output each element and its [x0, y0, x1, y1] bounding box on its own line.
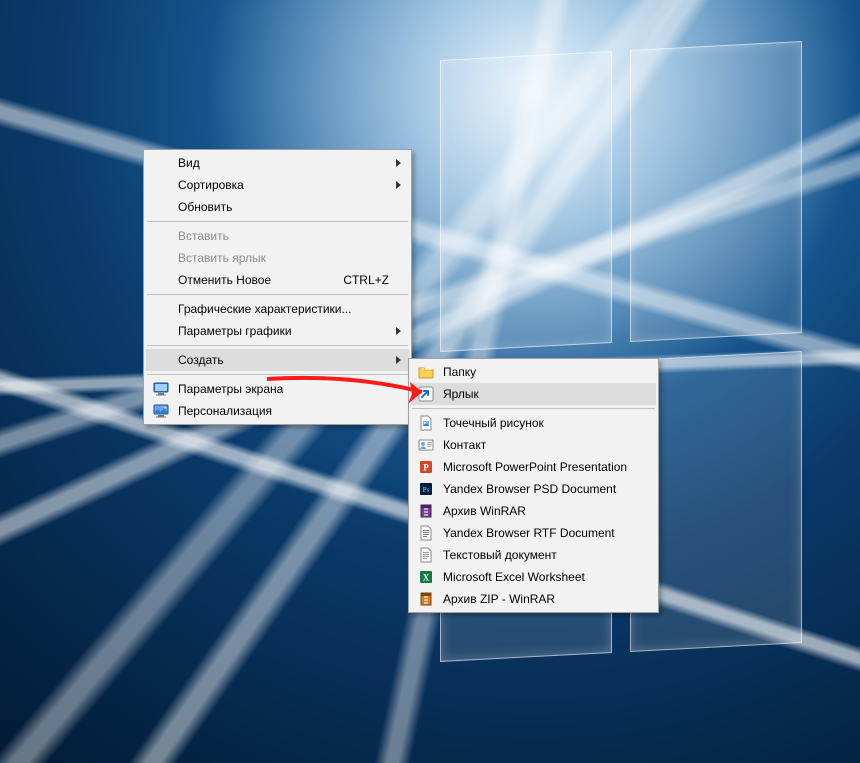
menu-separator [147, 294, 408, 295]
submenu-item-label: Текстовый документ [443, 548, 557, 562]
menu-separator [147, 374, 408, 375]
menu-item-label: Отменить Новое [178, 273, 271, 287]
submenu-item-label: Microsoft PowerPoint Presentation [443, 460, 627, 474]
submenu-item-label: Ярлык [443, 387, 479, 401]
submenu-item-zip[interactable]: Архив ZIP - WinRAR [411, 588, 656, 610]
menu-item-view[interactable]: Вид [146, 152, 409, 174]
psd-icon: Ps [418, 481, 434, 497]
submenu-item-excel[interactable]: X Microsoft Excel Worksheet [411, 566, 656, 588]
rtf-icon [418, 525, 434, 541]
text-file-icon [418, 547, 434, 563]
excel-icon: X [418, 569, 434, 585]
chevron-right-icon [396, 356, 401, 364]
submenu-item-label: Контакт [443, 438, 486, 452]
menu-item-label: Параметры графики [178, 324, 292, 338]
menu-item-display-settings[interactable]: Параметры экрана [146, 378, 409, 400]
menu-item-personalize[interactable]: Персонализация [146, 400, 409, 422]
menu-item-graphics-params[interactable]: Параметры графики [146, 320, 409, 342]
svg-text:X: X [423, 573, 430, 583]
submenu-item-rar[interactable]: Архив WinRAR [411, 500, 656, 522]
bitmap-icon [418, 415, 434, 431]
menu-item-sort[interactable]: Сортировка [146, 174, 409, 196]
menu-item-accelerator: CTRL+Z [313, 273, 389, 287]
chevron-right-icon [396, 327, 401, 335]
menu-separator [412, 408, 655, 409]
submenu-item-folder[interactable]: Папку [411, 361, 656, 383]
menu-item-graphics-properties[interactable]: Графические характеристики... [146, 298, 409, 320]
desktop-context-menu: Вид Сортировка Обновить Вставить Вставит… [143, 149, 412, 425]
submenu-item-label: Папку [443, 365, 476, 379]
submenu-item-powerpoint[interactable]: P Microsoft PowerPoint Presentation [411, 456, 656, 478]
menu-item-label: Вставить ярлык [178, 251, 266, 265]
menu-item-label: Вид [178, 156, 200, 170]
powerpoint-icon: P [418, 459, 434, 475]
chevron-right-icon [396, 181, 401, 189]
submenu-item-text[interactable]: Текстовый документ [411, 544, 656, 566]
zip-icon [418, 591, 434, 607]
submenu-item-rtf[interactable]: Yandex Browser RTF Document [411, 522, 656, 544]
menu-item-refresh[interactable]: Обновить [146, 196, 409, 218]
shortcut-icon [418, 386, 434, 402]
personalize-icon [153, 403, 169, 419]
submenu-item-bitmap[interactable]: Точечный рисунок [411, 412, 656, 434]
submenu-item-label: Yandex Browser PSD Document [443, 482, 616, 496]
submenu-item-label: Архив WinRAR [443, 504, 526, 518]
submenu-item-contact[interactable]: Контакт [411, 434, 656, 456]
rar-icon [418, 503, 434, 519]
menu-item-label: Графические характеристики... [178, 302, 351, 316]
display-icon [153, 381, 169, 397]
chevron-right-icon [396, 159, 401, 167]
menu-item-undo[interactable]: Отменить Новое CTRL+Z [146, 269, 409, 291]
svg-text:Ps: Ps [423, 486, 430, 494]
menu-item-paste: Вставить [146, 225, 409, 247]
menu-item-label: Персонализация [178, 404, 272, 418]
menu-item-label: Параметры экрана [178, 382, 283, 396]
submenu-item-shortcut[interactable]: Ярлык [411, 383, 656, 405]
contact-icon [418, 437, 434, 453]
menu-item-label: Создать [178, 353, 224, 367]
menu-separator [147, 221, 408, 222]
svg-text:P: P [423, 463, 429, 473]
new-submenu: Папку Ярлык Точечный рисунок Контакт P M… [408, 358, 659, 613]
menu-item-label: Вставить [178, 229, 229, 243]
submenu-item-psd[interactable]: Ps Yandex Browser PSD Document [411, 478, 656, 500]
submenu-item-label: Точечный рисунок [443, 416, 544, 430]
menu-item-paste-shortcut: Вставить ярлык [146, 247, 409, 269]
submenu-item-label: Microsoft Excel Worksheet [443, 570, 585, 584]
menu-item-new[interactable]: Создать [146, 349, 409, 371]
folder-icon [418, 364, 434, 380]
submenu-item-label: Архив ZIP - WinRAR [443, 592, 555, 606]
submenu-item-label: Yandex Browser RTF Document [443, 526, 615, 540]
menu-separator [147, 345, 408, 346]
menu-item-label: Обновить [178, 200, 232, 214]
menu-item-label: Сортировка [178, 178, 244, 192]
